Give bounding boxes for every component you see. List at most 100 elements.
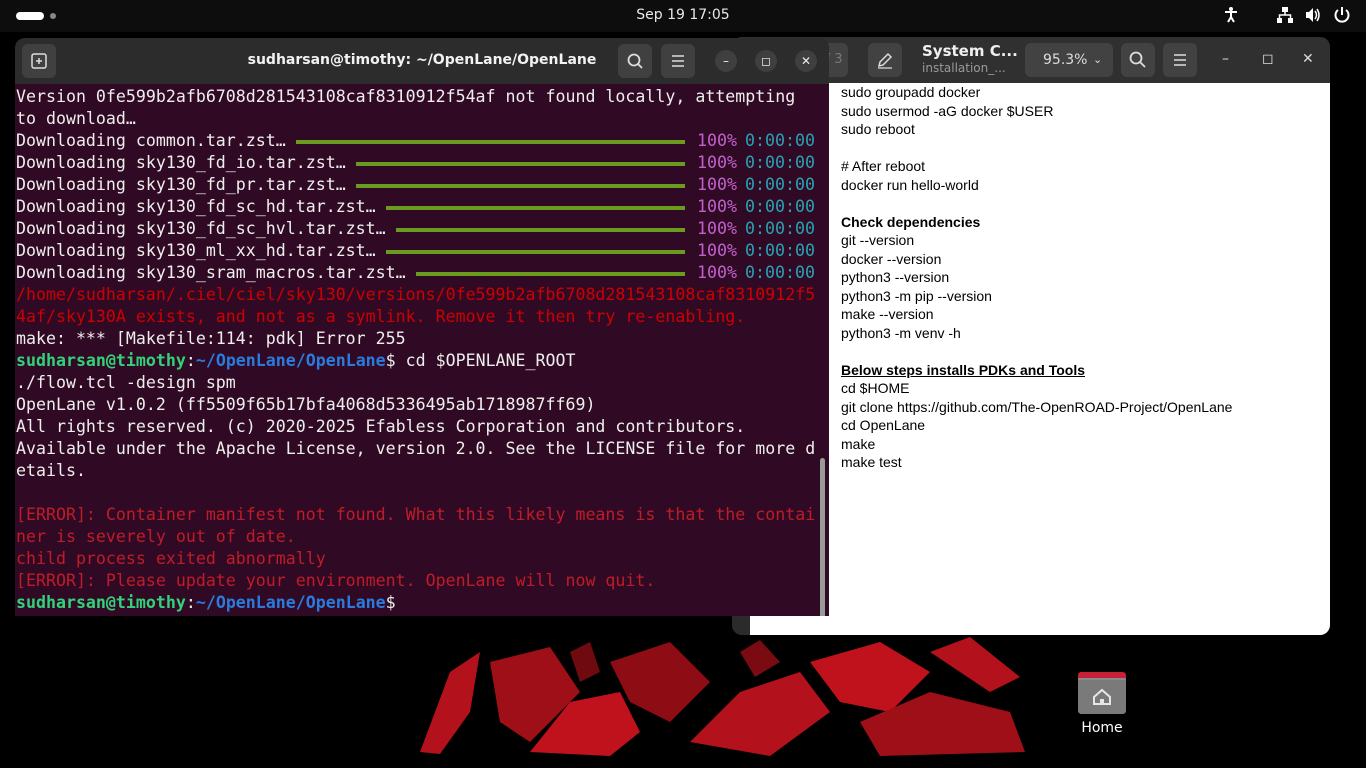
terminal-prompt-line[interactable]: sudharsan@timothy:~/OpenLane/OpenLane$ xyxy=(16,592,396,614)
download-progress-bar xyxy=(386,250,685,254)
terminal-line: to download… xyxy=(16,109,136,128)
terminal-scrollbar[interactable] xyxy=(820,458,825,616)
document-heading: Below steps installs PDKs and Tools xyxy=(841,361,1086,378)
terminal-prompt-line: sudharsan@timothy:~/OpenLane/OpenLane$ c… xyxy=(16,350,576,372)
zoom-dropdown[interactable]: 95.3% ⌄ xyxy=(1025,43,1113,77)
document-text-line: git clone https://github.com/The-OpenROA… xyxy=(841,398,1233,415)
document-text-line: sudo reboot xyxy=(841,121,915,137)
terminal-line: etails. xyxy=(16,461,86,480)
minimize-button[interactable]: – xyxy=(1222,51,1229,67)
prompt-dollar: $ xyxy=(385,351,396,370)
home-folder-icon[interactable] xyxy=(1076,670,1128,716)
download-progress-bar xyxy=(416,272,685,276)
network-icon[interactable] xyxy=(1276,6,1294,26)
document-text-line: docker --version xyxy=(841,250,942,267)
download-name: Downloading sky130_fd_io.tar.zst… xyxy=(16,153,346,172)
annotate-button[interactable] xyxy=(868,43,902,77)
document-text-line: cd OpenLane xyxy=(841,417,926,433)
terminal-line: Available under the Apache License, vers… xyxy=(16,439,816,458)
terminal-minimize-button[interactable]: – xyxy=(715,50,737,72)
terminal-error-line: ner is severely out of date. xyxy=(16,527,296,546)
download-percent: 100% xyxy=(697,153,737,172)
download-progress-bar xyxy=(296,140,685,144)
close-button[interactable]: ✕ xyxy=(1302,51,1314,67)
prompt-path: ~/OpenLane/OpenLane xyxy=(195,593,386,612)
prompt-path: ~/OpenLane/OpenLane xyxy=(195,351,386,370)
document-text-line: make xyxy=(841,435,876,452)
download-eta: 0:00:00 xyxy=(745,175,815,194)
prompt-user: sudharsan@timothy xyxy=(16,351,186,370)
document-text-line: python3 --version xyxy=(841,269,950,285)
download-progress-bar xyxy=(396,228,685,232)
terminal-title: sudharsan@timothy: ~/OpenLane/OpenLane xyxy=(247,52,597,68)
document-text-line: make --version xyxy=(841,306,934,322)
terminal-line: All rights reserved. (c) 2020-2025 Efabl… xyxy=(16,417,746,436)
command-text: cd $OPENLANE_ROOT xyxy=(395,351,576,370)
download-eta: 0:00:00 xyxy=(745,241,815,260)
document-page: sudo groupadd docker sudo usermod -aG doc… xyxy=(750,83,1330,635)
download-eta: 0:00:00 xyxy=(745,219,815,238)
download-name: Downloading common.tar.zst… xyxy=(16,131,286,150)
terminal-window: sudharsan@timothy: ~/OpenLane/OpenLane –… xyxy=(15,38,829,616)
prompt-colon: : xyxy=(185,593,196,612)
download-percent: 100% xyxy=(697,219,737,238)
chevron-down-icon: ⌄ xyxy=(1093,53,1103,66)
terminal-search-button[interactable] xyxy=(618,44,652,78)
download-progress-bar xyxy=(356,162,685,166)
terminal-maximize-button[interactable]: ◻ xyxy=(755,50,777,72)
prompt-dollar: $ xyxy=(385,593,396,612)
terminal-error-line: 4af/sky130A exists, and not as a symlink… xyxy=(16,307,746,326)
hamburger-menu-icon xyxy=(1174,54,1186,66)
hamburger-menu-icon xyxy=(672,55,684,67)
prompt-colon: : xyxy=(185,351,196,370)
menu-button[interactable] xyxy=(1163,43,1197,77)
download-eta: 0:00:00 xyxy=(745,131,815,150)
download-name: Downloading sky130_ml_xx_hd.tar.zst… xyxy=(16,241,376,260)
download-eta: 0:00:00 xyxy=(745,263,815,282)
power-icon[interactable] xyxy=(1333,6,1351,26)
terminal-menu-button[interactable] xyxy=(661,44,695,78)
document-title: System C... xyxy=(922,42,1018,60)
download-percent: 100% xyxy=(697,263,737,282)
terminal-close-button[interactable]: ✕ xyxy=(795,50,817,72)
terminal-line: Version 0fe599b2afb6708d281543108caf8310… xyxy=(16,87,796,106)
terminal-line: OpenLane v1.0.2 (ff5509f65b17bfa4068d533… xyxy=(16,395,596,414)
search-icon xyxy=(627,53,643,69)
terminal-output[interactable]: Version 0fe599b2afb6708d281543108caf8310… xyxy=(16,86,818,616)
document-text-line: python3 -m pip --version xyxy=(841,287,992,304)
download-percent: 100% xyxy=(697,197,737,216)
pencil-icon xyxy=(877,52,893,69)
download-eta: 0:00:00 xyxy=(745,153,815,172)
download-name: Downloading sky130_fd_pr.tar.zst… xyxy=(16,175,346,194)
terminal-line: ./flow.tcl -design spm xyxy=(16,373,236,392)
download-progress-bar xyxy=(356,184,685,188)
document-text-line: docker run hello-world xyxy=(841,176,979,193)
document-text-line: sudo usermod -aG docker $USER xyxy=(841,102,1054,119)
search-icon xyxy=(1129,51,1146,68)
volume-icon[interactable] xyxy=(1304,6,1322,26)
terminal-error-line: [ERROR]: Please update your environment.… xyxy=(16,571,656,590)
document-text-line: python3 -m venv -h xyxy=(841,324,961,341)
terminal-error-line: /home/sudharsan/.ciel/ciel/sky130/versio… xyxy=(16,285,816,304)
top-bar: Sep 19 17:05 xyxy=(0,0,1366,32)
terminal-error-line: [ERROR]: Container manifest not found. W… xyxy=(16,505,816,524)
download-percent: 100% xyxy=(697,241,737,260)
document-text-line: cd $HOME xyxy=(841,380,910,396)
terminal-error-line: child process exited abnormally xyxy=(16,549,326,568)
accessibility-icon[interactable] xyxy=(1222,6,1240,26)
terminal-header: sudharsan@timothy: ~/OpenLane/OpenLane –… xyxy=(15,38,829,84)
document-subtitle: installation_... xyxy=(922,61,1006,75)
download-name: Downloading sky130_fd_sc_hd.tar.zst… xyxy=(16,197,376,216)
download-name: Downloading sky130_fd_sc_hvl.tar.zst… xyxy=(16,219,386,238)
home-folder-label[interactable]: Home xyxy=(1060,720,1144,736)
download-percent: 100% xyxy=(697,131,737,150)
document-text-line: # After reboot xyxy=(841,158,926,174)
download-progress-bar xyxy=(386,206,685,210)
download-eta: 0:00:00 xyxy=(745,197,815,216)
terminal-line: make: *** [Makefile:114: pdk] Error 255 xyxy=(16,329,406,348)
maximize-button[interactable]: ◻ xyxy=(1262,51,1274,67)
clock[interactable]: Sep 19 17:05 xyxy=(0,7,1366,23)
search-button[interactable] xyxy=(1121,43,1155,77)
wallpaper-art xyxy=(420,637,1025,756)
document-text-line: sudo groupadd docker xyxy=(841,84,981,100)
